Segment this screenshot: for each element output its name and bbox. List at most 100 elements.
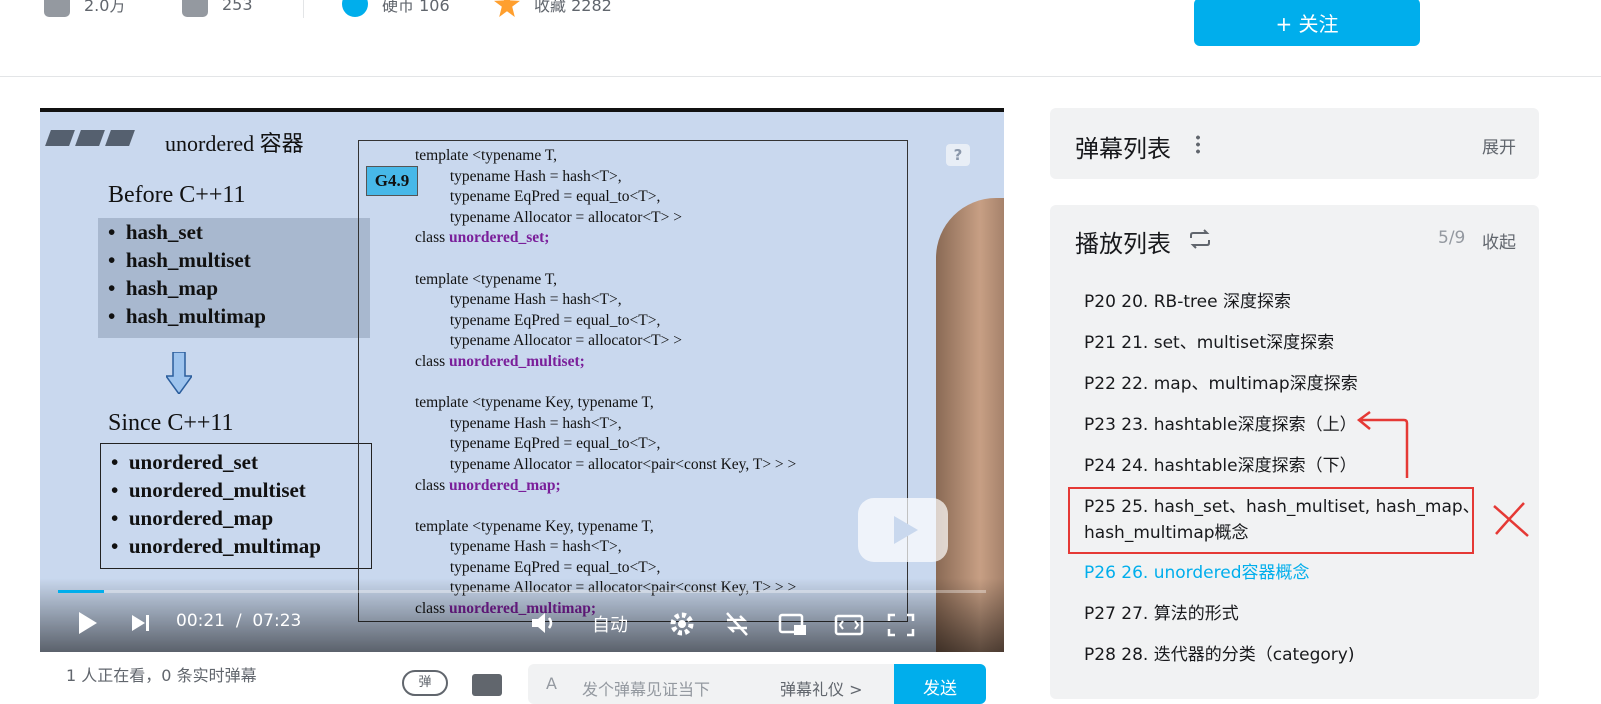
code-spacer [415, 496, 796, 517]
class-name: unordered_map; [449, 476, 561, 494]
danmaku-toggle[interactable]: 弹 [402, 670, 448, 696]
code-listing: template <typename T, typename Hash = ha… [415, 146, 796, 620]
class-name: unordered_multiset; [449, 352, 585, 370]
danmaku-count: 253 [222, 0, 253, 14]
autoplay-loop-icon[interactable] [1188, 229, 1212, 249]
annotation-arrow-icon [1356, 410, 1409, 478]
star-icon[interactable] [494, 0, 520, 17]
playlist-item-p24[interactable]: P24 24. hashtable深度探索（下） [1084, 453, 1357, 479]
code-line: typename Hash = hash<T>, [415, 538, 622, 556]
play-icon[interactable] [76, 610, 100, 636]
help-icon[interactable]: ? [946, 144, 970, 166]
code-line: template <typename Key, typename T, [415, 394, 654, 412]
favorite-count: 收藏 2282 [534, 0, 612, 15]
code-line: typename Allocator = allocator<T> > [415, 332, 682, 350]
duration: 07:23 [252, 611, 302, 631]
more-options-icon[interactable] [1196, 134, 1200, 154]
code-line: typename EqPred = equal_to<T>, [415, 311, 661, 329]
coin-icon[interactable] [342, 0, 368, 17]
video-top-edge [40, 108, 1004, 112]
views-stat: 2.0万 [44, 0, 126, 17]
quality-auto-button[interactable]: 自动 [592, 611, 628, 637]
current-time: 00:21 [176, 611, 225, 631]
font-style-icon[interactable]: A [546, 674, 557, 693]
collapse-link[interactable]: 收起 [1482, 228, 1516, 253]
before-label: Before C++11 [108, 182, 246, 208]
expand-link[interactable]: 展开 [1482, 133, 1516, 158]
playlist-item-p23[interactable]: P23 23. hashtable深度探索（上） [1084, 412, 1357, 438]
playlist-item-p26[interactable]: P26 26. unordered容器概念 [1084, 560, 1309, 586]
playlist-progress: 5/9 [1438, 228, 1466, 248]
before-list: • hash_set • hash_multiset • hash_map • … [98, 218, 370, 338]
before-item: • hash_multimap [108, 304, 266, 328]
volume-icon[interactable] [530, 611, 558, 635]
danmaku-list-title: 弹幕列表 [1075, 135, 1171, 163]
time-display: 00:21 / 07:23 [176, 611, 301, 631]
coin-count: 硬币 106 [382, 0, 450, 15]
wide-mode-icon[interactable] [834, 612, 864, 638]
before-item: • hash_multiset [108, 248, 251, 272]
danmaku-settings-icon[interactable] [472, 674, 502, 696]
code-line: typename Allocator = allocator<T> > [415, 208, 682, 226]
danmaku-input[interactable]: A 发个弹幕见证当下 弹幕礼仪 > [528, 664, 894, 704]
down-arrow-icon [166, 352, 192, 394]
danmaku-etiquette-link[interactable]: 弹幕礼仪 > [780, 676, 863, 700]
viewer-info: 1 人正在看，0 条实时弹幕 [66, 666, 257, 685]
code-line: typename EqPred = equal_to<T>, [415, 188, 661, 206]
code-line: template <typename T, [415, 270, 558, 288]
code-line: class unordered_multiset; [415, 352, 585, 370]
playlist-item-p21[interactable]: P21 21. set、multiset深度探索 [1084, 330, 1334, 356]
loop-off-icon[interactable] [722, 610, 752, 638]
code-spacer [415, 249, 796, 270]
playlist-item-p22[interactable]: P22 22. map、multimap深度探索 [1084, 371, 1358, 397]
time-separator: / [235, 611, 242, 631]
annotation-cross-icon [1493, 502, 1529, 537]
watching-count: 1 人正在看 [66, 666, 146, 685]
danmaku-count-icon [182, 0, 208, 17]
playlist-item-p20[interactable]: P20 20. RB-tree 深度探索 [1084, 289, 1291, 315]
coin-stat[interactable]: 硬币 106 [342, 0, 450, 17]
divider [303, 0, 304, 18]
since-item: • unordered_multiset [111, 478, 306, 502]
code-line: typename EqPred = equal_to<T>, [415, 558, 661, 576]
since-list: • unordered_set • unordered_multiset • u… [100, 443, 372, 569]
playlist-item-p27[interactable]: P27 27. 算法的形式 [1084, 601, 1239, 627]
code-line: template <typename Key, typename T, [415, 517, 654, 535]
send-danmaku-button[interactable]: 发送 [894, 664, 986, 704]
settings-gear-icon[interactable] [668, 610, 696, 638]
code-line: typename EqPred = equal_to<T>, [415, 435, 661, 453]
code-line: class unordered_set; [415, 229, 550, 247]
danmaku-stat: 253 [182, 0, 253, 17]
playlist-item-p28[interactable]: P28 28. 迭代器的分类（category) [1084, 642, 1355, 668]
live-danmaku-count: 0 条实时弹幕 [161, 666, 257, 685]
code-line: class unordered_map; [415, 476, 561, 494]
annotation-highlight-box [1068, 487, 1474, 554]
favorite-stat[interactable]: 收藏 2282 [494, 0, 612, 17]
code-line: typename Allocator = allocator<pair<cons… [415, 455, 797, 473]
danmaku-placeholder: 发个弹幕见证当下 [582, 680, 711, 699]
header-divider [0, 76, 1601, 77]
code-line: typename Hash = hash<T>, [415, 291, 622, 309]
views-count: 2.0万 [84, 0, 126, 15]
playlist-title: 播放列表 [1075, 230, 1171, 258]
bilibili-play-logo-icon[interactable] [858, 498, 948, 562]
next-icon[interactable] [130, 613, 152, 633]
fullscreen-icon[interactable] [886, 612, 916, 638]
pip-icon[interactable] [778, 612, 808, 638]
code-spacer [415, 373, 796, 394]
progress-bar[interactable] [58, 590, 986, 593]
code-line: typename Hash = hash<T>, [415, 167, 622, 185]
before-item: • hash_set [108, 220, 203, 244]
code-line: template <typename T, [415, 147, 558, 164]
since-item: • unordered_multimap [111, 534, 321, 558]
slide-title: unordered 容器 [165, 131, 304, 156]
version-badge: G4.9 [366, 166, 418, 196]
video-player[interactable]: unordered 容器 Before C++11 • hash_set • h… [40, 108, 1004, 652]
progress-fill [58, 590, 105, 593]
slide-title-decoration [45, 130, 138, 150]
since-item: • unordered_map [111, 506, 274, 530]
code-line: typename Hash = hash<T>, [415, 414, 622, 432]
before-item: • hash_map [108, 276, 219, 300]
follow-button[interactable]: + 关注 [1194, 0, 1420, 46]
since-label: Since C++11 [108, 410, 234, 436]
